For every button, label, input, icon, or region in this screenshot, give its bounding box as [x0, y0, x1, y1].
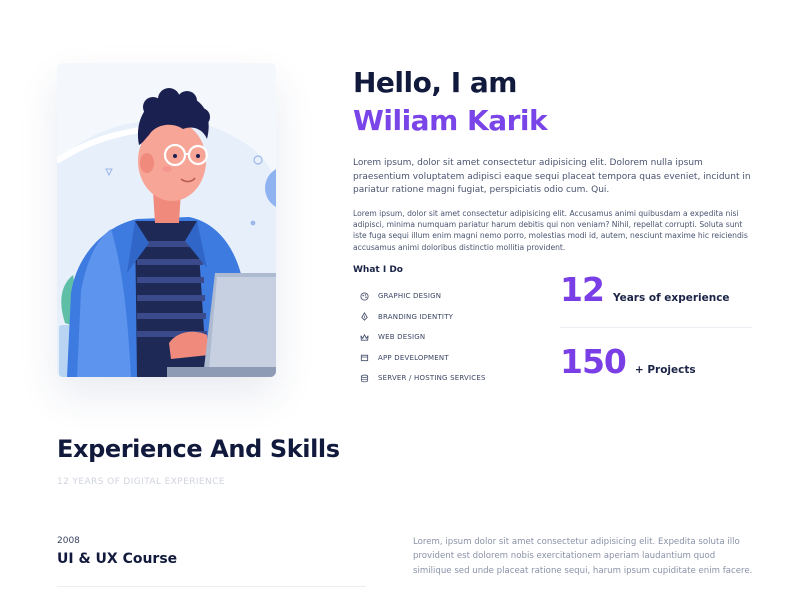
stat-label: + Projects [634, 364, 696, 376]
stat-projects: 150 + Projects [560, 342, 696, 381]
service-item: APP DEVELOPMENT [360, 348, 486, 369]
service-label: BRANDING IDENTITY [378, 312, 454, 321]
services-list: GRAPHIC DESIGN BRANDING IDENTITY WEB DES… [360, 286, 486, 389]
profile-illustration [57, 63, 276, 377]
greeting-heading: Hello, I am [353, 66, 517, 99]
stat-number: 150 [560, 342, 627, 381]
service-item: BRANDING IDENTITY [360, 307, 486, 328]
stat-number: 12 [560, 270, 605, 309]
service-item: WEB DESIGN [360, 327, 486, 348]
experience-description: Lorem, ipsum dolor sit amet consectetur … [413, 537, 753, 576]
what-i-do-heading: What I Do [353, 265, 403, 275]
crown-icon [360, 333, 369, 342]
person-name: Wiliam Karik [353, 104, 548, 137]
stats-divider [560, 327, 752, 328]
experience-section-subtitle: 12 YEARS OF DIGITAL EXPERIENCE [57, 477, 225, 487]
service-label: WEB DESIGN [378, 333, 426, 342]
stat-years: 12 Years of experience [560, 270, 730, 309]
intro-paragraph-secondary: Lorem ipsum, dolor sit amet consectetur … [353, 209, 748, 252]
pen-nib-icon [360, 312, 369, 321]
box-icon [360, 353, 369, 362]
experience-section-title: Experience And Skills [57, 435, 340, 463]
database-icon [360, 374, 369, 383]
experience-divider [57, 586, 366, 587]
service-label: APP DEVELOPMENT [378, 353, 449, 362]
palette-icon [360, 292, 369, 301]
stat-label: Years of experience [612, 292, 730, 304]
service-label: GRAPHIC DESIGN [378, 292, 442, 301]
service-label: SERVER / HOSTING SERVICES [378, 374, 486, 383]
service-item: GRAPHIC DESIGN [360, 286, 486, 307]
intro-paragraph: Lorem ipsum, dolor sit amet consectetur … [353, 158, 751, 195]
experience-title: UI & UX Course [57, 551, 178, 567]
person-at-laptop-illustration [57, 63, 276, 377]
experience-year: 2008 [57, 536, 80, 546]
service-item: SERVER / HOSTING SERVICES [360, 368, 486, 389]
